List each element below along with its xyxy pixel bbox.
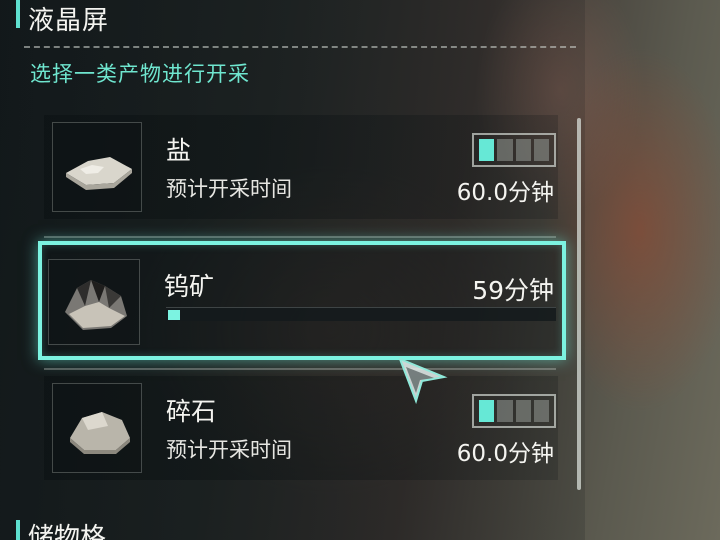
remaining-time-value: 59分钟 <box>472 276 554 305</box>
level-segment <box>479 400 495 422</box>
title-divider <box>24 46 576 48</box>
storage-accent-bar <box>16 520 20 540</box>
page-subtitle: 选择一类产物进行开采 <box>30 62 250 86</box>
yield-level-meter <box>472 394 556 428</box>
list-scrollbar[interactable] <box>577 118 581 490</box>
level-segment <box>515 400 531 422</box>
level-segment <box>497 400 513 422</box>
estimated-time-value: 60.0分钟 <box>456 180 554 206</box>
product-name: 盐 <box>166 136 192 165</box>
level-segment <box>533 400 549 422</box>
estimated-time-label: 预计开采时间 <box>166 177 292 201</box>
product-item-gravel[interactable]: 碎石 预计开采时间 60.0分钟 <box>44 376 558 480</box>
pointer-cursor-icon <box>396 355 448 409</box>
product-name: 钨矿 <box>164 272 215 301</box>
estimated-time-value: 60.0分钟 <box>456 441 554 467</box>
level-segment <box>479 139 495 161</box>
level-segment <box>515 139 531 161</box>
level-segment <box>533 139 549 161</box>
header-accent-bar <box>16 0 20 28</box>
storage-section-title: 储物格 <box>28 523 107 540</box>
mining-progress-bar <box>166 307 556 321</box>
yield-level-meter <box>472 133 556 167</box>
salt-icon <box>52 122 142 212</box>
gravel-icon <box>52 383 142 473</box>
product-item-tungsten-ore[interactable]: 钨矿 59分钟 <box>38 241 566 360</box>
estimated-time-label: 预计开采时间 <box>166 438 292 462</box>
page-title: 液晶屏 <box>28 6 110 36</box>
item-divider <box>44 236 556 238</box>
tungsten-ore-icon <box>48 259 140 345</box>
item-divider <box>44 368 556 370</box>
product-name: 碎石 <box>166 397 217 426</box>
mining-progress-fill <box>168 310 180 320</box>
product-item-salt[interactable]: 盐 预计开采时间 60.0分钟 <box>44 115 558 219</box>
level-segment <box>497 139 513 161</box>
